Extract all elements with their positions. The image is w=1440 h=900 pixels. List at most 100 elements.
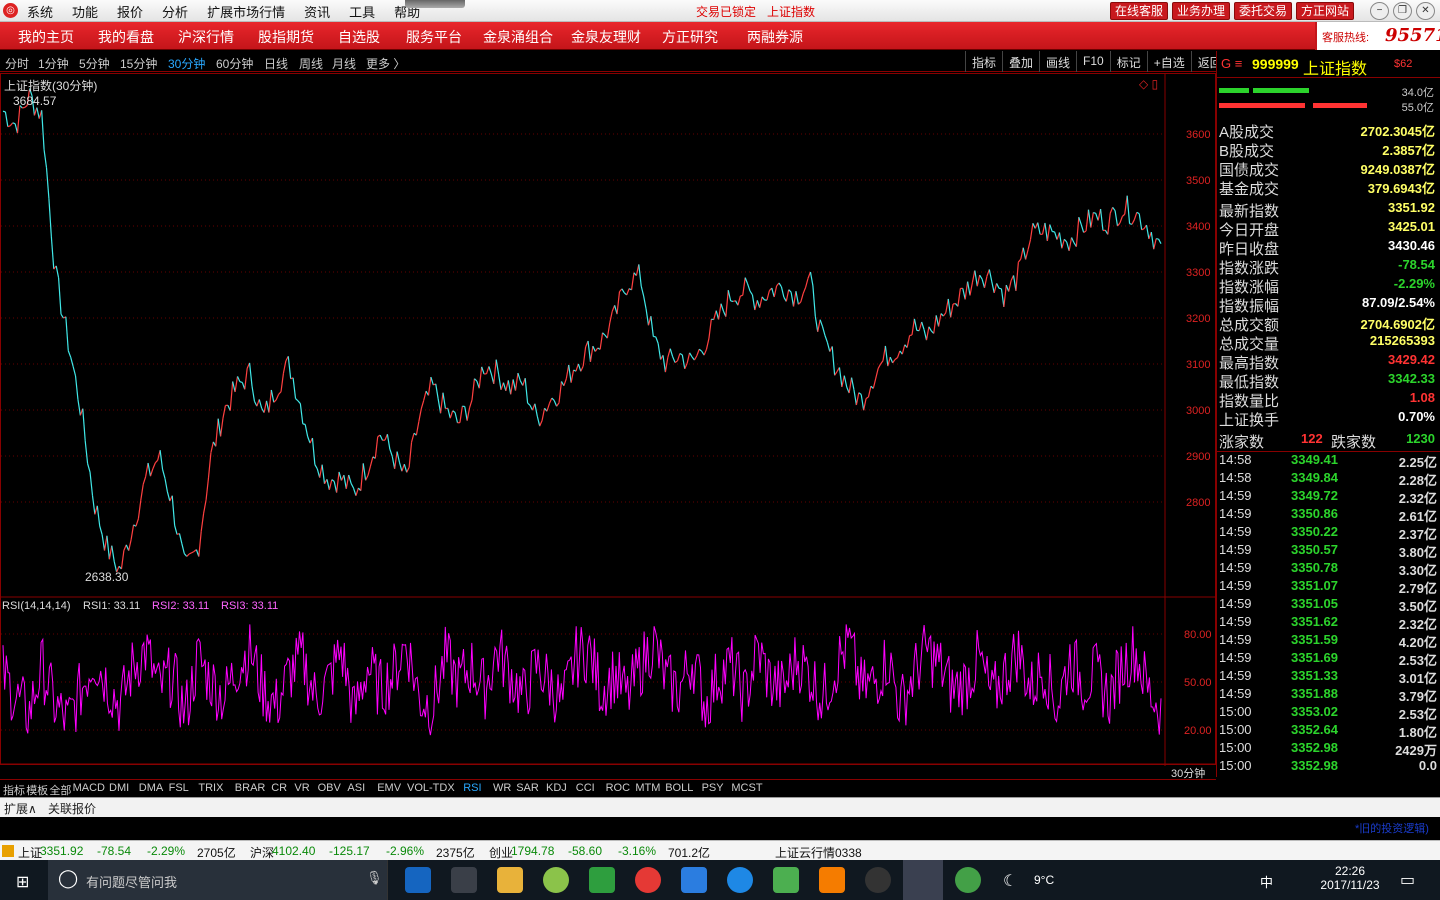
indicator-tab[interactable]: RSI <box>463 782 481 794</box>
website-button[interactable]: 方正网站 <box>1296 2 1355 20</box>
menu-function[interactable]: 功能 <box>72 2 98 21</box>
period-more[interactable]: 更多 〉 <box>366 55 405 72</box>
price-segment <box>200 513 205 532</box>
store-icon[interactable] <box>451 867 477 893</box>
menu-quote[interactable]: 报价 <box>117 2 143 21</box>
period-1m[interactable]: 1分钟 <box>38 55 69 72</box>
indicator-tab[interactable]: ROC <box>606 782 630 794</box>
indicator-tab[interactable]: WR <box>493 782 511 794</box>
chart-corner-icon[interactable]: ◇ ▯ <box>1139 77 1158 91</box>
entrust-trade-button[interactable]: 委托交易 <box>1234 2 1293 20</box>
restore-icon[interactable]: ❐ <box>1393 2 1412 20</box>
menu-analysis[interactable]: 分析 <box>162 2 188 21</box>
ext-toggle[interactable]: 扩展∧ <box>4 800 37 817</box>
tool-draw[interactable]: 画线 <box>1039 51 1076 72</box>
news-link[interactable]: *旧的投资逻辑) <box>1355 820 1429 836</box>
indicator-tab[interactable]: BRAR <box>235 782 266 794</box>
ie-icon[interactable] <box>727 867 753 893</box>
indicator-tab[interactable]: 全部 <box>49 782 71 798</box>
related-quotes-tab[interactable]: 关联报价 <box>48 800 96 817</box>
stock-app-icon[interactable] <box>903 860 943 900</box>
business-button[interactable]: 业务办理 <box>1172 2 1231 20</box>
windows-start-icon[interactable]: ⊞ <box>16 872 29 892</box>
price-segment <box>60 313 64 319</box>
indicator-tab[interactable]: MACD <box>73 782 105 794</box>
tool-add-watch[interactable]: +自选 <box>1146 51 1191 72</box>
indicator-tab[interactable]: PSY <box>702 782 724 794</box>
indicator-tab[interactable]: VOL-TDX <box>407 782 455 794</box>
ime-indicator[interactable]: 中 <box>1260 872 1273 891</box>
menu-news[interactable]: 资讯 <box>304 2 330 21</box>
qq-icon[interactable] <box>865 867 891 893</box>
explorer-icon[interactable] <box>497 867 523 893</box>
nav-service[interactable]: 服务平台 <box>406 27 462 47</box>
indicator-tab[interactable]: CCI <box>576 782 595 794</box>
indicator-tab[interactable]: DMA <box>139 782 163 794</box>
period-day[interactable]: 日线 <box>264 55 288 72</box>
nav-mywatch[interactable]: 我的看盘 <box>98 27 154 47</box>
tool-indicator[interactable]: 指标 <box>965 51 1002 72</box>
period-tick[interactable]: 分时 <box>5 55 29 72</box>
indicator-tab[interactable]: 模板 <box>26 782 48 798</box>
drag-handle[interactable] <box>405 0 465 8</box>
indicator-tab[interactable]: MTM <box>635 782 660 794</box>
indicator-tab[interactable]: FSL <box>169 782 189 794</box>
indicator-tab[interactable]: VR <box>294 782 309 794</box>
indicator-tab[interactable]: ASI <box>347 782 365 794</box>
close-icon[interactable]: ✕ <box>1416 2 1435 20</box>
indicator-tab[interactable]: CR <box>271 782 287 794</box>
tool-overlay[interactable]: 叠加 <box>1002 51 1039 72</box>
nav-margin[interactable]: 两融券源 <box>747 27 803 47</box>
indicator-tab[interactable]: BOLL <box>665 782 693 794</box>
menu-ext-market[interactable]: 扩展市场行情 <box>207 2 285 21</box>
tick-price: 3349.84 <box>1291 470 1338 485</box>
price-segment <box>686 352 691 364</box>
period-30m[interactable]: 30分钟 <box>168 55 205 72</box>
indicator-tab[interactable]: MCST <box>731 782 762 794</box>
app-icon-1[interactable] <box>543 867 569 893</box>
nav-market[interactable]: 沪深行情 <box>178 27 234 47</box>
app-icon-3[interactable] <box>635 867 661 893</box>
nav-finance[interactable]: 金泉友理财 <box>571 27 641 47</box>
period-week[interactable]: 周线 <box>299 55 323 72</box>
period-60m[interactable]: 60分钟 <box>216 55 253 72</box>
indicator-tab[interactable]: TRIX <box>198 782 223 794</box>
tool-f10[interactable]: F10 <box>1076 51 1110 72</box>
wps-icon[interactable] <box>681 867 707 893</box>
online-service-button[interactable]: 在线客服 <box>1110 2 1169 20</box>
nav-watchlist[interactable]: 自选股 <box>338 27 380 47</box>
tool-mark[interactable]: 标记 <box>1109 51 1147 72</box>
minimize-icon[interactable]: − <box>1370 2 1389 20</box>
nav-research[interactable]: 方正研究 <box>662 27 718 47</box>
pdf-icon[interactable] <box>819 867 845 893</box>
indicator-tab[interactable]: KDJ <box>546 782 567 794</box>
app-icon-4[interactable] <box>773 867 799 893</box>
clock[interactable]: 22:26 2017/11/23 <box>1310 864 1390 892</box>
menu-system[interactable]: 系统 <box>27 2 53 21</box>
price-segment <box>800 293 804 303</box>
nav-portfolio[interactable]: 金泉涌组合 <box>483 27 553 47</box>
indicator-tab[interactable]: EMV <box>377 782 401 794</box>
app-icon-2[interactable] <box>589 867 615 893</box>
nav-futures[interactable]: 股指期货 <box>258 27 314 47</box>
period-15m[interactable]: 15分钟 <box>120 55 157 72</box>
cloud-quote[interactable]: 上证云行情0338 <box>775 844 862 861</box>
period-5m[interactable]: 5分钟 <box>79 55 110 72</box>
price-tick-label: 3400 <box>1186 221 1210 233</box>
nav-home[interactable]: 我的主页 <box>18 27 74 47</box>
chart-area[interactable]: 3600 3500 3400 3300 3200 3100 3000 2900 2800 80.0… <box>0 73 1217 780</box>
period-month[interactable]: 月线 <box>332 55 356 72</box>
mic-icon[interactable]: 🎙 <box>366 870 383 886</box>
indicator-tab[interactable]: OBV <box>318 782 341 794</box>
menu-tools[interactable]: 工具 <box>349 2 375 21</box>
edge-icon[interactable] <box>405 867 431 893</box>
indicator-tab[interactable]: SAR <box>516 782 539 794</box>
price-segment <box>923 329 928 341</box>
cortana-search[interactable]: ◯ 有问题尽管问我 🎙 <box>48 860 388 900</box>
indicator-tab[interactable]: 指标 <box>3 782 25 798</box>
browser-icon[interactable] <box>955 867 981 893</box>
price-segment <box>645 308 650 326</box>
notification-icon[interactable]: ▭ <box>1400 870 1415 890</box>
price-segment <box>643 295 647 309</box>
indicator-tab[interactable]: DMI <box>109 782 129 794</box>
